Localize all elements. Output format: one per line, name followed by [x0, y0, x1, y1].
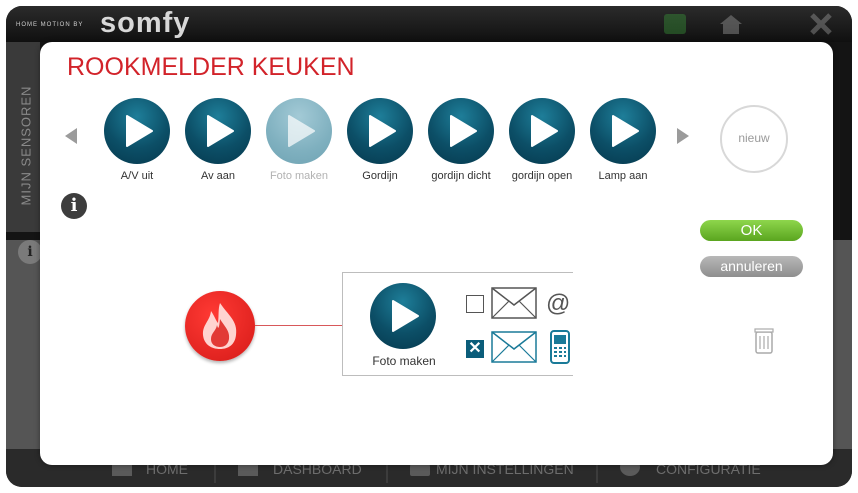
play-icon [266, 98, 332, 164]
scene-label: Gordijn [362, 170, 398, 182]
trash-icon[interactable] [754, 327, 774, 355]
scene-gordijn-dicht[interactable]: gordijn dicht [416, 98, 506, 182]
play-icon [428, 98, 494, 164]
at-icon: @ [546, 290, 570, 317]
rule-connector [255, 325, 343, 326]
mobile-phone-icon [550, 330, 570, 364]
brand-prefix: HOME MOTION BY [16, 22, 84, 28]
cancel-button[interactable]: annuleren [700, 256, 803, 277]
new-scene-button[interactable]: nieuw [720, 105, 788, 173]
home-top-icon[interactable] [718, 12, 744, 36]
envelope-icon [491, 331, 537, 363]
scene-av-aan[interactable]: Av aan [173, 98, 263, 182]
scene-gordijn-open[interactable]: gordijn open [497, 98, 587, 182]
somfy-logo: somfy [100, 7, 191, 39]
sidebar-info-icon[interactable]: i [18, 240, 42, 264]
scene-label: gordijn open [511, 170, 573, 182]
scroll-right-arrow-icon[interactable] [677, 128, 689, 144]
scene-av-uit[interactable]: A/V uit [92, 98, 182, 182]
scene-label: A/V uit [120, 170, 154, 182]
dialog-title: ROOKMELDER KEUKEN [67, 53, 355, 81]
close-icon[interactable] [808, 12, 834, 36]
email-notify-checkbox[interactable] [466, 295, 484, 313]
scene-lamp-aan[interactable]: Lamp aan [578, 98, 668, 182]
scene-label: Lamp aan [598, 170, 648, 182]
action-panel: Foto maken @ ✕ [342, 272, 573, 376]
play-icon [347, 98, 413, 164]
scene-label: gordijn dicht [431, 170, 491, 182]
play-icon [104, 98, 170, 164]
scene-label: Av aan [200, 170, 236, 182]
sms-notify-checkbox[interactable]: ✕ [466, 340, 484, 358]
play-icon [590, 98, 656, 164]
info-icon[interactable]: i [61, 193, 87, 219]
sidebar[interactable]: MIJN SENSOREN [6, 42, 40, 232]
play-icon [185, 98, 251, 164]
sidebar-label: MIJN SENSOREN [18, 85, 34, 206]
envelope-icon [491, 287, 537, 319]
fire-icon[interactable] [185, 291, 255, 361]
ok-button[interactable]: OK [700, 220, 803, 241]
rule-dialog: ROOKMELDER KEUKEN A/V uit Av aan Foto ma… [40, 42, 833, 465]
action-play-icon[interactable] [370, 283, 436, 349]
svg-text:@: @ [546, 290, 570, 317]
scene-foto-maken[interactable]: Foto maken [254, 98, 344, 182]
action-label: Foto maken [372, 354, 436, 368]
top-bar: HOME MOTION BY somfy [6, 6, 852, 42]
filter-icon[interactable] [662, 12, 688, 36]
play-icon [509, 98, 575, 164]
scroll-left-arrow-icon[interactable] [65, 128, 77, 144]
scene-gordijn[interactable]: Gordijn [335, 98, 425, 182]
scene-label: Foto maken [269, 170, 329, 182]
